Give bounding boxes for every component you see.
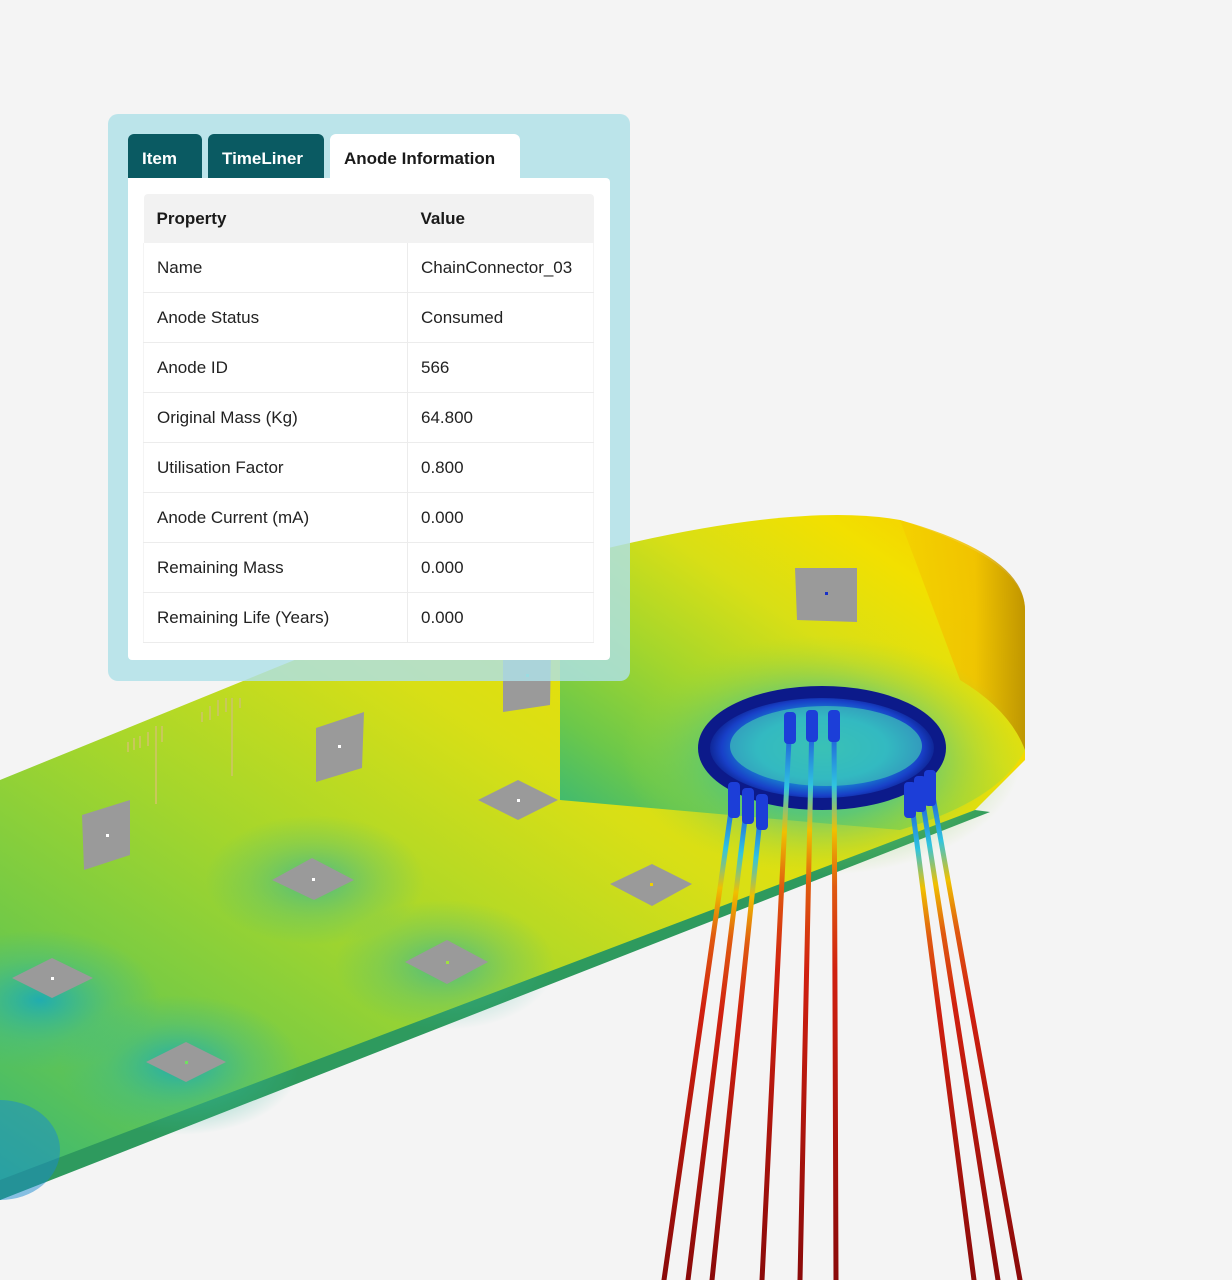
property-value: 566 [407, 342, 594, 393]
table-row[interactable]: Remaining Mass 0.000 [143, 542, 594, 593]
column-header-value: Value [407, 194, 594, 243]
property-name: Anode Status [143, 292, 408, 343]
table-header-row: Property Value [143, 194, 594, 243]
property-value: 0.000 [407, 492, 594, 543]
properties-table-card: Property Value Name ChainConnector_03 An… [128, 178, 610, 660]
property-value: 0.800 [407, 442, 594, 493]
tab-timeliner[interactable]: TimeLiner [208, 134, 324, 178]
table-row[interactable]: Name ChainConnector_03 [143, 243, 594, 293]
panel-tabs: Item TimeLiner Anode Information [128, 134, 520, 178]
table-row[interactable]: Remaining Life (Years) 0.000 [143, 592, 594, 643]
property-value: 0.000 [407, 542, 594, 593]
property-value: 64.800 [407, 392, 594, 443]
column-header-property: Property [143, 194, 408, 243]
property-name: Anode Current (mA) [143, 492, 408, 543]
property-value: 0.000 [407, 592, 594, 643]
property-value: ChainConnector_03 [407, 243, 594, 293]
table-row[interactable]: Anode Status Consumed [143, 292, 594, 343]
table-row[interactable]: Original Mass (Kg) 64.800 [143, 392, 594, 443]
properties-table: Property Value Name ChainConnector_03 An… [143, 194, 594, 643]
property-name: Anode ID [143, 342, 408, 393]
table-row[interactable]: Utilisation Factor 0.800 [143, 442, 594, 493]
property-name: Utilisation Factor [143, 442, 408, 493]
property-name: Original Mass (Kg) [143, 392, 408, 443]
property-name: Remaining Mass [143, 542, 408, 593]
tab-anode-information[interactable]: Anode Information [330, 134, 520, 178]
properties-panel: Item TimeLiner Anode Information Propert… [108, 114, 630, 681]
table-row[interactable]: Anode ID 566 [143, 342, 594, 393]
property-name: Name [143, 243, 408, 293]
tab-item[interactable]: Item [128, 134, 202, 178]
table-row[interactable]: Anode Current (mA) 0.000 [143, 492, 594, 543]
property-value: Consumed [407, 292, 594, 343]
property-name: Remaining Life (Years) [143, 592, 408, 643]
